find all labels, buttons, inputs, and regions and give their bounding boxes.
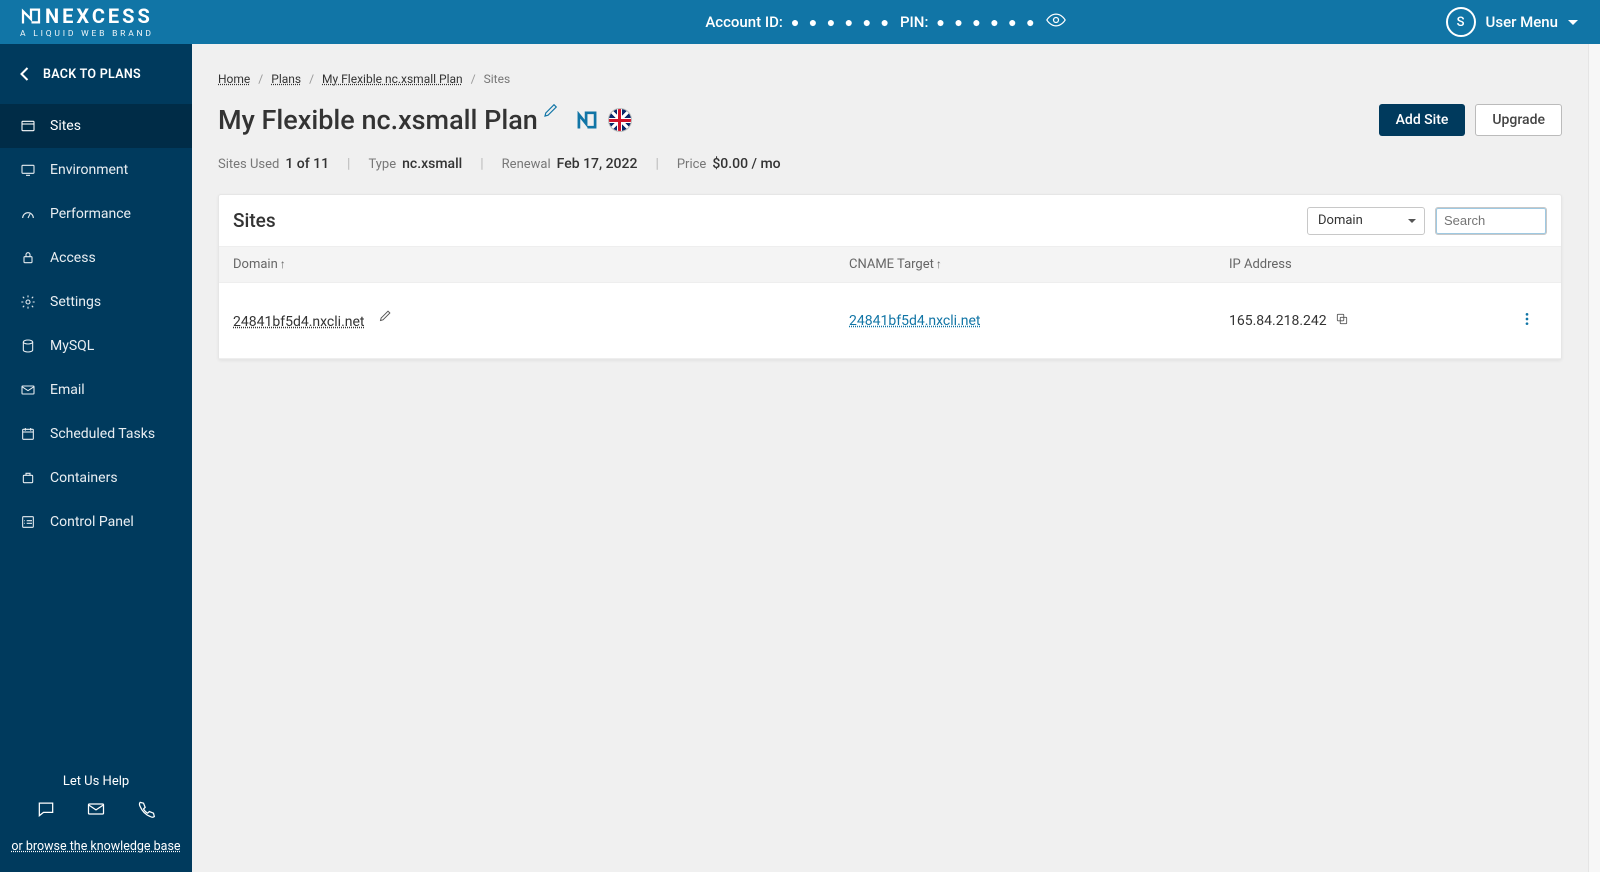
breadcrumb-plan-name[interactable]: My Flexible nc.xsmall Plan [322, 72, 463, 86]
filter-select-value: Domain [1318, 213, 1363, 228]
table-row: 24841bf5d4.nxcli.net 24841bf5d4.nxcli.ne… [219, 283, 1561, 359]
column-domain[interactable]: Domain↑ [219, 257, 849, 272]
main: Home / Plans / My Flexible nc.xsmall Pla… [192, 44, 1600, 872]
account-id-masked: ● ● ● ● ● ● [791, 14, 892, 31]
mail-icon[interactable] [86, 799, 106, 823]
scrollbar[interactable] [1588, 44, 1600, 872]
brand-subtitle: A LIQUID WEB BRAND [20, 30, 154, 39]
sites-card: Sites Domain Domain↑ CNAME Target↑ IP Ad… [218, 194, 1562, 360]
sidebar-item-mysql[interactable]: MySQL [0, 324, 192, 368]
sidebar-item-label: MySQL [50, 338, 94, 354]
sidebar-item-label: Access [50, 250, 96, 266]
edit-title-icon[interactable] [542, 101, 560, 119]
price-value: $0.00 / mo [712, 156, 780, 172]
sidebar-item-access[interactable]: Access [0, 236, 192, 280]
sidebar-item-label: Environment [50, 162, 128, 178]
sidebar-item-control-panel[interactable]: Control Panel [0, 500, 192, 544]
mysql-icon [20, 338, 36, 354]
card-header: Sites Domain [219, 195, 1561, 247]
search-input[interactable] [1435, 207, 1547, 235]
nexcess-logo-icon [21, 8, 41, 24]
sidebar-item-label: Containers [50, 470, 118, 486]
user-menu-label: User Menu [1486, 13, 1558, 31]
containers-icon [20, 470, 36, 486]
email-icon [20, 382, 36, 398]
table-header: Domain↑ CNAME Target↑ IP Address [219, 247, 1561, 283]
access-icon [20, 250, 36, 266]
sidebar-nav: Sites Environment Performance Access Set… [0, 104, 192, 758]
account-block: Account ID: ● ● ● ● ● ● PIN: ● ● ● ● ● ● [705, 10, 1065, 34]
pin-label: PIN: [900, 13, 928, 31]
cname-link[interactable]: 24841bf5d4.nxcli.net [849, 313, 981, 329]
sidebar-item-containers[interactable]: Containers [0, 456, 192, 500]
sites-icon [20, 118, 36, 134]
sidebar-item-email[interactable]: Email [0, 368, 192, 412]
sort-asc-icon: ↑ [936, 257, 942, 271]
type-label: Type [368, 157, 396, 172]
row-actions-menu[interactable] [1519, 311, 1535, 331]
column-ip[interactable]: IP Address [1229, 257, 1479, 272]
breadcrumb-plans[interactable]: Plans [271, 72, 301, 86]
breadcrumb-current: Sites [484, 72, 511, 86]
scheduled-tasks-icon [20, 426, 36, 442]
add-site-button[interactable]: Add Site [1379, 104, 1466, 136]
filter-select[interactable]: Domain [1307, 207, 1425, 235]
sidebar-item-label: Sites [50, 118, 81, 134]
user-avatar: S [1446, 7, 1476, 37]
back-to-plans-link[interactable]: BACK TO PLANS [0, 44, 192, 104]
nexcess-mini-icon [576, 109, 598, 131]
breadcrumb-home[interactable]: Home [218, 72, 250, 86]
page-title: My Flexible nc.xsmall Plan [218, 104, 538, 136]
back-to-plans-label: BACK TO PLANS [43, 67, 141, 82]
copy-ip-icon[interactable] [1335, 312, 1349, 330]
chevron-left-icon [20, 67, 29, 81]
user-menu[interactable]: S User Menu [1446, 7, 1578, 37]
sidebar-item-sites[interactable]: Sites [0, 104, 192, 148]
sort-asc-icon: ↑ [280, 257, 286, 271]
sidebar-footer: Let Us Help or browse the knowledge base [0, 758, 192, 872]
brand-logo[interactable]: NEXCESS A LIQUID WEB BRAND [20, 6, 154, 39]
sites-used-label: Sites Used [218, 157, 279, 172]
ip-value: 165.84.218.242 [1229, 313, 1327, 329]
card-title: Sites [233, 209, 1297, 232]
upgrade-button[interactable]: Upgrade [1475, 104, 1562, 136]
uk-flag-icon [608, 108, 632, 132]
sidebar-item-label: Control Panel [50, 514, 134, 530]
column-cname[interactable]: CNAME Target↑ [849, 257, 1229, 272]
title-row: My Flexible nc.xsmall Plan Add Site Upgr… [218, 104, 1562, 136]
sidebar-item-settings[interactable]: Settings [0, 280, 192, 324]
chevron-down-icon [1568, 20, 1578, 25]
control-panel-icon [20, 514, 36, 530]
breadcrumb: Home / Plans / My Flexible nc.xsmall Pla… [218, 72, 1562, 86]
chevron-down-icon [1408, 219, 1416, 223]
sidebar-item-label: Scheduled Tasks [50, 426, 155, 442]
sites-used-value: 1 of 11 [285, 156, 329, 172]
renewal-label: Renewal [502, 157, 551, 172]
plan-meta: Sites Used1 of 11 | Typenc.xsmall | Rene… [218, 156, 1562, 172]
domain-link[interactable]: 24841bf5d4.nxcli.net [233, 314, 365, 330]
pin-masked: ● ● ● ● ● ● [936, 14, 1037, 31]
account-id-label: Account ID: [705, 13, 783, 31]
knowledge-base-link[interactable]: or browse the knowledge base [10, 839, 182, 854]
renewal-value: Feb 17, 2022 [557, 156, 638, 172]
performance-icon [20, 206, 36, 222]
topbar: NEXCESS A LIQUID WEB BRAND Account ID: ●… [0, 0, 1600, 44]
phone-icon[interactable] [136, 799, 156, 823]
sidebar-item-environment[interactable]: Environment [0, 148, 192, 192]
chat-icon[interactable] [36, 799, 56, 823]
brand-name: NEXCESS [45, 6, 153, 26]
settings-icon [20, 294, 36, 310]
sidebar-item-performance[interactable]: Performance [0, 192, 192, 236]
sidebar-item-label: Performance [50, 206, 131, 222]
sidebar-item-label: Email [50, 382, 85, 398]
price-label: Price [677, 157, 706, 172]
reveal-secrets-icon[interactable] [1046, 10, 1066, 34]
sidebar-item-scheduled-tasks[interactable]: Scheduled Tasks [0, 412, 192, 456]
sidebar: BACK TO PLANS Sites Environment Performa… [0, 44, 192, 872]
help-title: Let Us Help [10, 774, 182, 789]
environment-icon [20, 162, 36, 178]
type-value: nc.xsmall [402, 156, 462, 172]
edit-domain-icon[interactable] [368, 314, 393, 330]
sidebar-item-label: Settings [50, 294, 101, 310]
